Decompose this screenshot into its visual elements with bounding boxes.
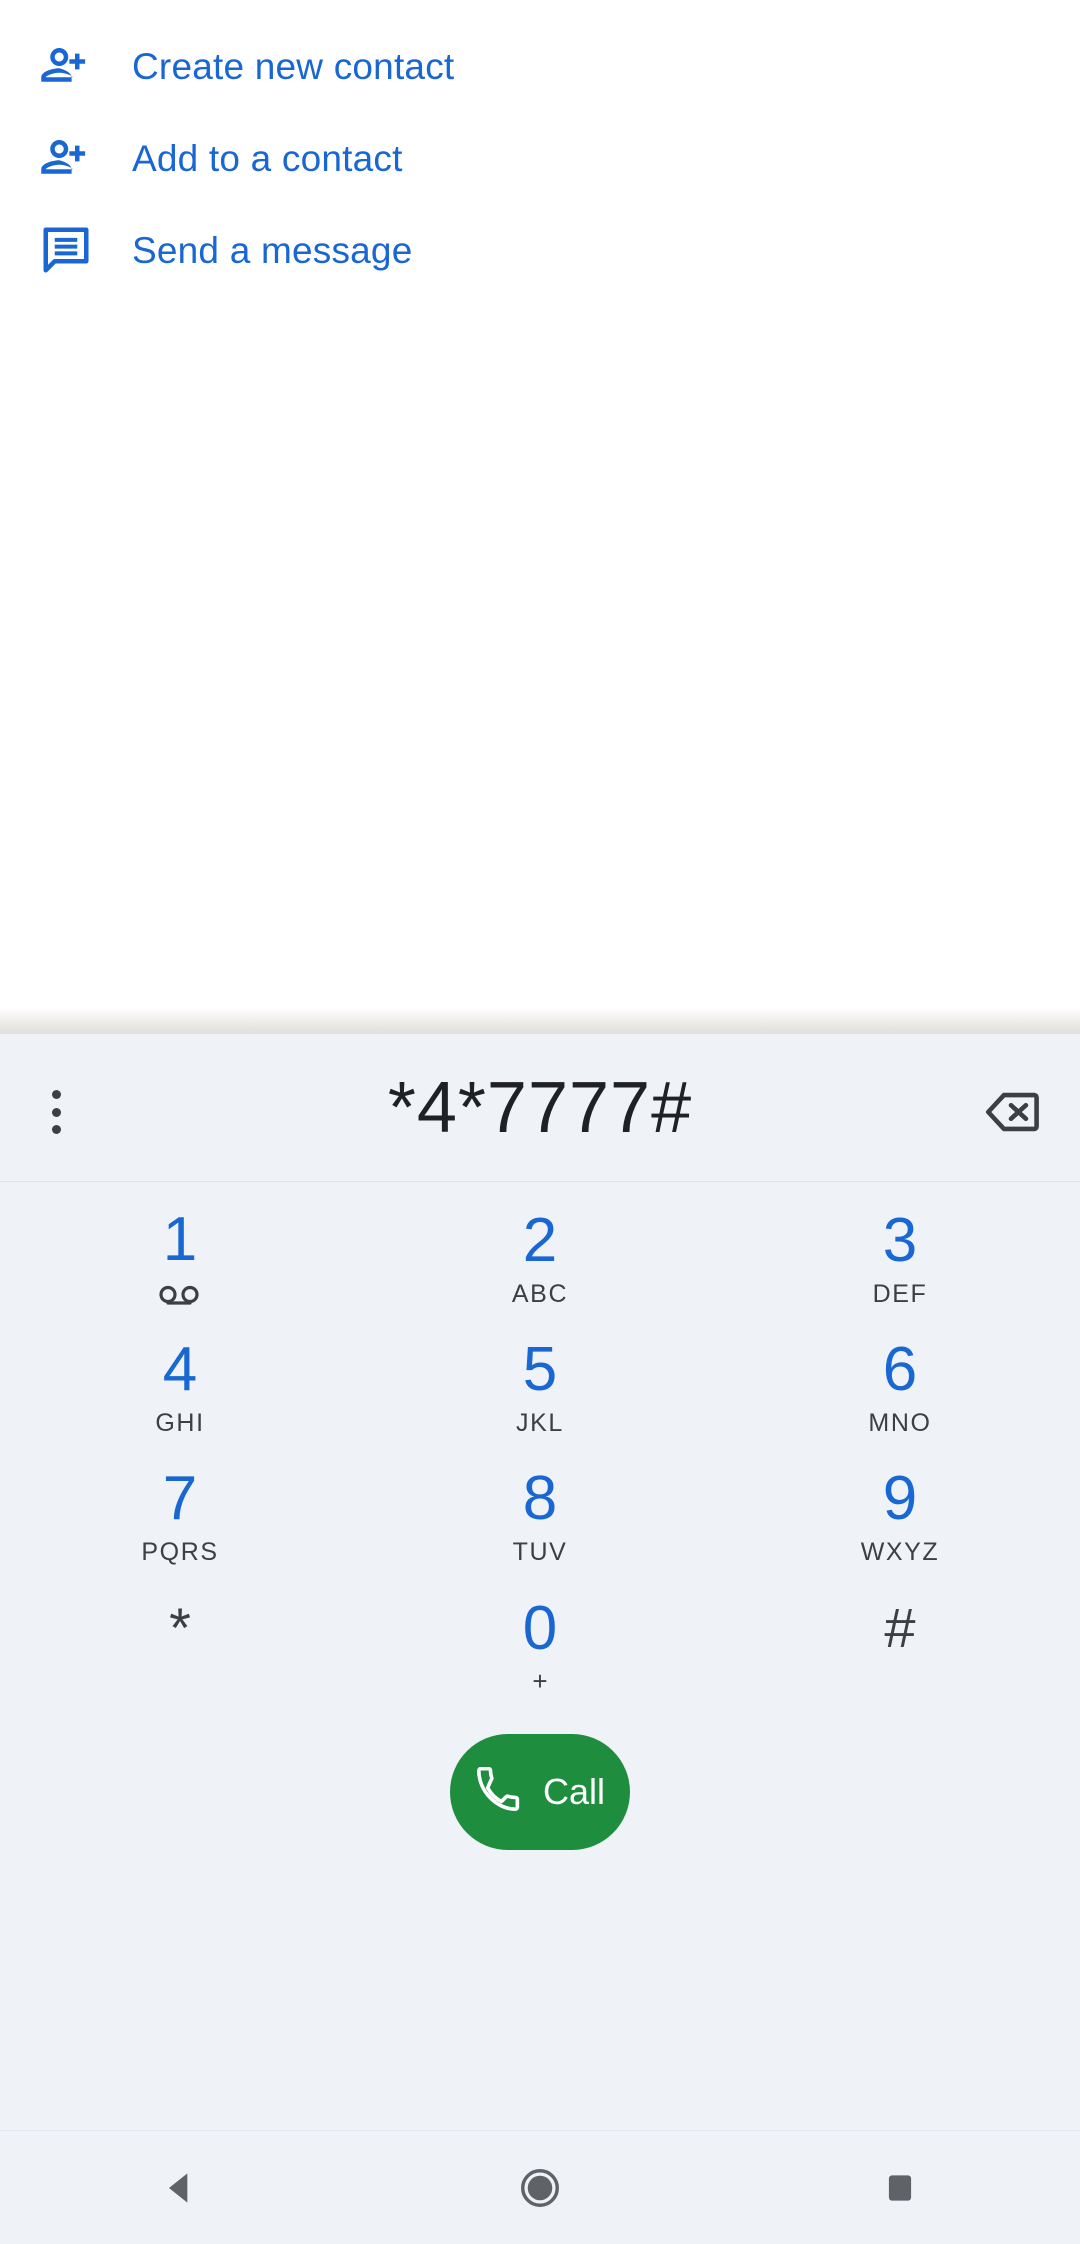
suggestion-send-a-message[interactable]: Send a message	[0, 184, 1080, 316]
key-digit: 3	[882, 1205, 918, 1275]
voicemail-icon	[158, 1283, 202, 1309]
key-digit: 4	[162, 1334, 198, 1404]
recents-square-icon[interactable]	[810, 2131, 990, 2244]
key-letters: JKL	[516, 1408, 564, 1437]
dialpad-panel: *4*7777# 1 2 ABC 3 DEF 4 GHI 5 JKL 6 MNO…	[0, 1034, 1080, 2130]
key-hash[interactable]: #	[720, 1581, 1080, 1710]
key-digit: #	[884, 1595, 916, 1659]
suggestion-list: Create new contact Add to a contact Send…	[0, 0, 1080, 1012]
number-display-bar: *4*7777#	[0, 1034, 1080, 1182]
key-0[interactable]: 0 +	[360, 1581, 720, 1710]
key-1[interactable]: 1	[0, 1194, 360, 1323]
key-6[interactable]: 6 MNO	[720, 1323, 1080, 1452]
key-7[interactable]: 7 PQRS	[0, 1452, 360, 1581]
key-digit: 7	[162, 1463, 198, 1533]
key-letters: DEF	[872, 1279, 928, 1308]
entered-number[interactable]: *4*7777#	[0, 1067, 1080, 1149]
call-button-label: Call	[542, 1771, 605, 1812]
key-digit: 5	[522, 1334, 558, 1404]
more-vert-icon[interactable]	[28, 1084, 84, 1140]
key-4[interactable]: 4 GHI	[0, 1323, 360, 1452]
suggestion-label: Create new contact	[132, 45, 455, 87]
call-button[interactable]: Call	[450, 1734, 630, 1850]
phone-icon	[475, 1766, 521, 1818]
android-navigation-bar	[0, 2130, 1080, 2244]
key-digit: 9	[882, 1463, 918, 1533]
panel-divider-shadow	[0, 1008, 1080, 1036]
key-digit: 6	[882, 1334, 918, 1404]
back-triangle-icon[interactable]	[90, 2131, 270, 2244]
key-9[interactable]: 9 WXYZ	[720, 1452, 1080, 1581]
key-digit: *	[169, 1595, 191, 1659]
key-digit: 2	[522, 1205, 558, 1275]
key-digit: 8	[522, 1463, 558, 1533]
key-digit: 1	[162, 1204, 198, 1274]
key-letters: TUV	[512, 1537, 568, 1566]
key-star[interactable]: *	[0, 1581, 360, 1710]
key-letters: MNO	[868, 1408, 932, 1437]
suggestion-label: Add to a contact	[132, 137, 403, 179]
phone-screen: Create new contact Add to a contact Send…	[0, 0, 1080, 2244]
backspace-icon[interactable]	[978, 1080, 1042, 1144]
key-5[interactable]: 5 JKL	[360, 1323, 720, 1452]
home-circle-icon[interactable]	[450, 2131, 630, 2244]
call-button-row: Call	[0, 1734, 1080, 1850]
key-letters: PQRS	[141, 1537, 219, 1566]
key-digit: 0	[522, 1593, 558, 1663]
keypad-grid: 1 2 ABC 3 DEF 4 GHI 5 JKL 6 MNO 7 PQRS 8…	[0, 1182, 1080, 1710]
key-letters: WXYZ	[860, 1537, 940, 1566]
message-icon	[0, 184, 132, 316]
suggestion-label: Send a message	[132, 229, 413, 271]
key-3[interactable]: 3 DEF	[720, 1194, 1080, 1323]
key-letters: GHI	[155, 1408, 205, 1437]
key-8[interactable]: 8 TUV	[360, 1452, 720, 1581]
key-plus-label: +	[532, 1665, 548, 1696]
key-letters: ABC	[511, 1279, 569, 1308]
key-2[interactable]: 2 ABC	[360, 1194, 720, 1323]
